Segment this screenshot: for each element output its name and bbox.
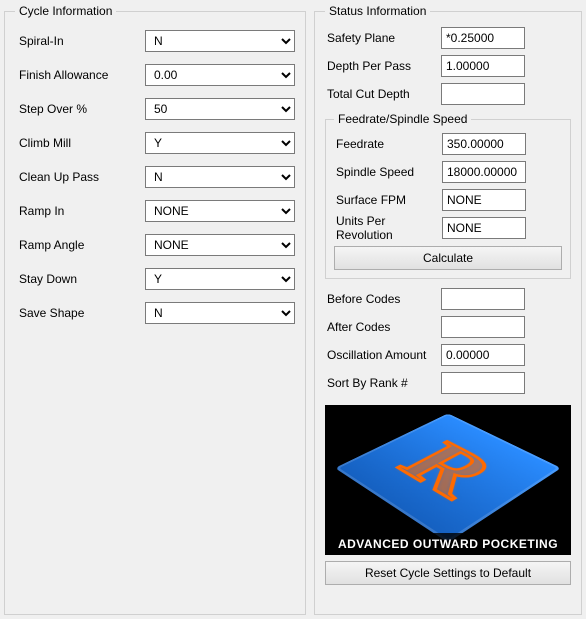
preview-caption: ADVANCED OUTWARD POCKETING — [325, 533, 571, 555]
climb-mill-select[interactable]: Y — [145, 132, 295, 154]
safety-plane-label: Safety Plane — [325, 31, 441, 45]
total-cut-depth-input[interactable] — [441, 83, 525, 105]
clean-up-pass-label: Clean Up Pass — [15, 170, 145, 184]
preview-glyph: R — [375, 432, 518, 512]
feedrate-spindle-group: Feedrate/Spindle Speed Feedrate Spindle … — [325, 112, 571, 279]
oscillation-amount-label: Oscillation Amount — [325, 348, 441, 362]
ramp-in-select[interactable]: NONE — [145, 200, 295, 222]
ramp-angle-select[interactable]: NONE — [145, 234, 295, 256]
status-information-group: Status Information Safety Plane Depth Pe… — [314, 4, 582, 615]
spiral-in-select[interactable]: N — [145, 30, 295, 52]
cycle-information-legend: Cycle Information — [15, 4, 116, 18]
surface-fpm-input[interactable] — [442, 189, 526, 211]
step-over-select[interactable]: 50 — [145, 98, 295, 120]
ramp-in-label: Ramp In — [15, 204, 145, 218]
status-information-legend: Status Information — [325, 4, 430, 18]
finish-allowance-select[interactable]: 0.00 — [145, 64, 295, 86]
feedrate-spindle-legend: Feedrate/Spindle Speed — [334, 112, 471, 126]
preview-image: R ADVANCED OUTWARD POCKETING — [325, 405, 571, 555]
clean-up-pass-select[interactable]: N — [145, 166, 295, 188]
ramp-angle-label: Ramp Angle — [15, 238, 145, 252]
oscillation-amount-input[interactable] — [441, 344, 525, 366]
reset-cycle-settings-button[interactable]: Reset Cycle Settings to Default — [325, 561, 571, 585]
stay-down-label: Stay Down — [15, 272, 145, 286]
sort-by-rank-label: Sort By Rank # — [325, 376, 441, 390]
depth-per-pass-label: Depth Per Pass — [325, 59, 441, 73]
surface-fpm-label: Surface FPM — [334, 193, 442, 207]
finish-allowance-label: Finish Allowance — [15, 68, 145, 82]
spindle-speed-label: Spindle Speed — [334, 165, 442, 179]
after-codes-label: After Codes — [325, 320, 441, 334]
save-shape-select[interactable]: N — [145, 302, 295, 324]
save-shape-label: Save Shape — [15, 306, 145, 320]
depth-per-pass-input[interactable] — [441, 55, 525, 77]
climb-mill-label: Climb Mill — [15, 136, 145, 150]
feedrate-input[interactable] — [442, 133, 526, 155]
step-over-label: Step Over % — [15, 102, 145, 116]
cycle-information-group: Cycle Information Spiral-In N Finish All… — [4, 4, 306, 615]
after-codes-input[interactable] — [441, 316, 525, 338]
before-codes-label: Before Codes — [325, 292, 441, 306]
before-codes-input[interactable] — [441, 288, 525, 310]
spiral-in-label: Spiral-In — [15, 34, 145, 48]
units-per-rev-label: Units Per Revolution — [334, 214, 442, 242]
units-per-rev-input[interactable] — [442, 217, 526, 239]
safety-plane-input[interactable] — [441, 27, 525, 49]
total-cut-depth-label: Total Cut Depth — [325, 87, 441, 101]
feedrate-label: Feedrate — [334, 137, 442, 151]
stay-down-select[interactable]: Y — [145, 268, 295, 290]
sort-by-rank-input[interactable] — [441, 372, 525, 394]
spindle-speed-input[interactable] — [442, 161, 526, 183]
calculate-button[interactable]: Calculate — [334, 246, 562, 270]
